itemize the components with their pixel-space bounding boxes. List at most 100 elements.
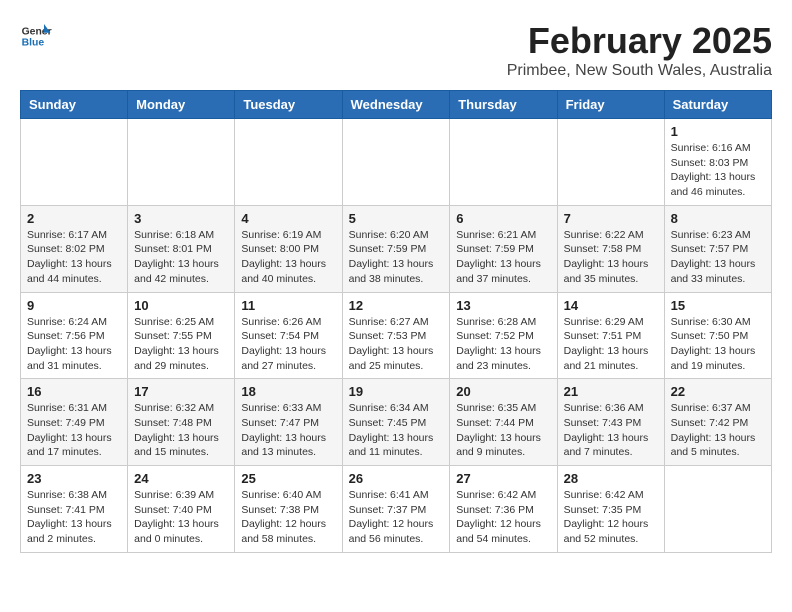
day-info: Sunrise: 6:39 AM Sunset: 7:40 PM Dayligh… <box>134 488 228 547</box>
day-number: 9 <box>27 298 121 313</box>
day-number: 25 <box>241 471 335 486</box>
day-number: 6 <box>456 211 550 226</box>
calendar-cell: 13Sunrise: 6:28 AM Sunset: 7:52 PM Dayli… <box>450 292 557 379</box>
calendar-cell: 20 Sunrise: 6:35 AM Sunset: 7:44 PM Dayli… <box>450 379 557 466</box>
day-number: 26 <box>349 471 444 486</box>
svg-text:Blue: Blue <box>22 38 45 49</box>
location: Primbee, New South Wales, Australia <box>507 62 772 80</box>
header: General Blue February 2025 Primbee, New … <box>20 20 772 80</box>
day-info: Sunrise: 6:25 AM Sunset: 7:55 PM Dayligh… <box>134 315 228 374</box>
weekday-header-sunday: Sunday <box>21 91 128 119</box>
day-info: Sunrise: 6:22 AM Sunset: 7:58 PM Dayligh… <box>564 228 658 287</box>
day-number: 2 <box>27 211 121 226</box>
day-info: Sunrise: 6:41 AM Sunset: 7:37 PM Dayligh… <box>349 488 444 547</box>
day-info: Sunrise: 6:18 AM Sunset: 8:01 PM Dayligh… <box>134 228 228 287</box>
day-number: 12 <box>349 298 444 313</box>
weekday-header-monday: Monday <box>128 91 235 119</box>
calendar-cell <box>128 119 235 206</box>
day-info: Sunrise: 6:33 AM Sunset: 7:47 PM Dayligh… <box>241 401 335 460</box>
day-info: Sunrise: 6:42 AM Sunset: 7:35 PM Dayligh… <box>564 488 658 547</box>
day-number: 10 <box>134 298 228 313</box>
day-info: Sunrise: 6:40 AM Sunset: 7:38 PM Dayligh… <box>241 488 335 547</box>
day-info: Sunrise: 6:31 AM Sunset: 7:49 PM Dayligh… <box>27 401 121 460</box>
day-info: Sunrise: 6:17 AM Sunset: 8:02 PM Dayligh… <box>27 228 121 287</box>
calendar-cell <box>664 466 771 553</box>
calendar-cell: 23 Sunrise: 6:38 AM Sunset: 7:41 PM Dayli… <box>21 466 128 553</box>
day-info: Sunrise: 6:20 AM Sunset: 7:59 PM Dayligh… <box>349 228 444 287</box>
day-info: Sunrise: 6:32 AM Sunset: 7:48 PM Dayligh… <box>134 401 228 460</box>
calendar-cell: 28 Sunrise: 6:42 AM Sunset: 7:35 PM Dayli… <box>557 466 664 553</box>
day-info: Sunrise: 6:36 AM Sunset: 7:43 PM Dayligh… <box>564 401 658 460</box>
calendar-cell: 1 Sunrise: 6:16 AM Sunset: 8:03 PM Daylig… <box>664 119 771 206</box>
calendar-cell: 10 Sunrise: 6:25 AM Sunset: 7:55 PM Dayli… <box>128 292 235 379</box>
calendar-cell: 3 Sunrise: 6:18 AM Sunset: 8:01 PM Daylig… <box>128 205 235 292</box>
day-number: 16 <box>27 384 121 399</box>
day-info: Sunrise: 6:42 AM Sunset: 7:36 PM Dayligh… <box>456 488 550 547</box>
weekday-header-wednesday: Wednesday <box>342 91 450 119</box>
day-info: Sunrise: 6:29 AM Sunset: 7:51 PM Dayligh… <box>564 315 658 374</box>
day-number: 8 <box>671 211 765 226</box>
day-number: 5 <box>349 211 444 226</box>
day-info: Sunrise: 6:26 AM Sunset: 7:54 PM Dayligh… <box>241 315 335 374</box>
calendar-cell <box>450 119 557 206</box>
day-number: 27 <box>456 471 550 486</box>
logo-icon: General Blue <box>20 20 52 52</box>
day-info: Sunrise: 6:21 AM Sunset: 7:59 PM Dayligh… <box>456 228 550 287</box>
weekday-header-friday: Friday <box>557 91 664 119</box>
day-info: Sunrise: 6:27 AM Sunset: 7:53 PM Dayligh… <box>349 315 444 374</box>
week-row-5: 23 Sunrise: 6:38 AM Sunset: 7:41 PM Dayli… <box>21 466 772 553</box>
weekday-header-saturday: Saturday <box>664 91 771 119</box>
calendar-cell: 9 Sunrise: 6:24 AM Sunset: 7:56 PM Daylig… <box>21 292 128 379</box>
day-info: Sunrise: 6:28 AM Sunset: 7:52 PM Dayligh… <box>456 315 550 374</box>
day-number: 1 <box>671 124 765 139</box>
day-number: 14 <box>564 298 658 313</box>
calendar-cell <box>235 119 342 206</box>
day-number: 22 <box>671 384 765 399</box>
title-area: February 2025 Primbee, New South Wales, … <box>507 20 772 80</box>
calendar-cell: 26 Sunrise: 6:41 AM Sunset: 7:37 PM Dayli… <box>342 466 450 553</box>
calendar-cell: 7 Sunrise: 6:22 AM Sunset: 7:58 PM Daylig… <box>557 205 664 292</box>
calendar-cell: 16 Sunrise: 6:31 AM Sunset: 7:49 PM Dayli… <box>21 379 128 466</box>
calendar-cell: 14 Sunrise: 6:29 AM Sunset: 7:51 PM Dayli… <box>557 292 664 379</box>
calendar-cell: 6 Sunrise: 6:21 AM Sunset: 7:59 PM Daylig… <box>450 205 557 292</box>
day-info: Sunrise: 6:35 AM Sunset: 7:44 PM Dayligh… <box>456 401 550 460</box>
week-row-2: 2 Sunrise: 6:17 AM Sunset: 8:02 PM Daylig… <box>21 205 772 292</box>
day-info: Sunrise: 6:23 AM Sunset: 7:57 PM Dayligh… <box>671 228 765 287</box>
calendar-cell: 27 Sunrise: 6:42 AM Sunset: 7:36 PM Dayli… <box>450 466 557 553</box>
calendar-cell: 8 Sunrise: 6:23 AM Sunset: 7:57 PM Daylig… <box>664 205 771 292</box>
calendar-cell: 12 Sunrise: 6:27 AM Sunset: 7:53 PM Dayli… <box>342 292 450 379</box>
day-info: Sunrise: 6:30 AM Sunset: 7:50 PM Dayligh… <box>671 315 765 374</box>
weekday-header-thursday: Thursday <box>450 91 557 119</box>
day-info: Sunrise: 6:24 AM Sunset: 7:56 PM Dayligh… <box>27 315 121 374</box>
day-number: 7 <box>564 211 658 226</box>
week-row-4: 16 Sunrise: 6:31 AM Sunset: 7:49 PM Dayli… <box>21 379 772 466</box>
day-number: 21 <box>564 384 658 399</box>
calendar-cell: 4 Sunrise: 6:19 AM Sunset: 8:00 PM Daylig… <box>235 205 342 292</box>
day-number: 18 <box>241 384 335 399</box>
day-number: 17 <box>134 384 228 399</box>
day-number: 11 <box>241 298 335 313</box>
calendar-cell <box>557 119 664 206</box>
day-number: 3 <box>134 211 228 226</box>
day-info: Sunrise: 6:34 AM Sunset: 7:45 PM Dayligh… <box>349 401 444 460</box>
week-row-3: 9 Sunrise: 6:24 AM Sunset: 7:56 PM Daylig… <box>21 292 772 379</box>
calendar-cell <box>342 119 450 206</box>
calendar-cell: 2 Sunrise: 6:17 AM Sunset: 8:02 PM Daylig… <box>21 205 128 292</box>
month-title: February 2025 <box>507 20 772 62</box>
day-number: 20 <box>456 384 550 399</box>
calendar-cell: 11 Sunrise: 6:26 AM Sunset: 7:54 PM Dayli… <box>235 292 342 379</box>
day-number: 4 <box>241 211 335 226</box>
day-number: 28 <box>564 471 658 486</box>
calendar-cell: 15 Sunrise: 6:30 AM Sunset: 7:50 PM Dayli… <box>664 292 771 379</box>
day-number: 23 <box>27 471 121 486</box>
calendar-cell: 24Sunrise: 6:39 AM Sunset: 7:40 PM Dayli… <box>128 466 235 553</box>
day-info: Sunrise: 6:38 AM Sunset: 7:41 PM Dayligh… <box>27 488 121 547</box>
day-info: Sunrise: 6:19 AM Sunset: 8:00 PM Dayligh… <box>241 228 335 287</box>
calendar-cell: 19Sunrise: 6:34 AM Sunset: 7:45 PM Dayli… <box>342 379 450 466</box>
weekday-header-row: SundayMondayTuesdayWednesdayThursdayFrid… <box>21 91 772 119</box>
calendar-cell <box>21 119 128 206</box>
day-info: Sunrise: 6:16 AM Sunset: 8:03 PM Dayligh… <box>671 141 765 200</box>
day-number: 15 <box>671 298 765 313</box>
calendar-cell: 22Sunrise: 6:37 AM Sunset: 7:42 PM Dayli… <box>664 379 771 466</box>
weekday-header-tuesday: Tuesday <box>235 91 342 119</box>
